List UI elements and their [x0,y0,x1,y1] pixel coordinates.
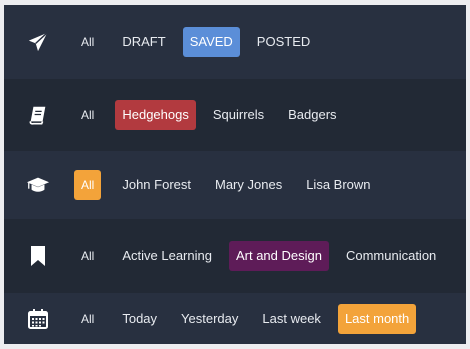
filter-row-date: All Today Yesterday Last week Last month [4,293,466,344]
calendar-icon [26,307,50,331]
chip-communication[interactable]: Communication [339,241,443,271]
chip-all[interactable]: All [74,304,101,334]
chip-yesterday[interactable]: Yesterday [174,304,245,334]
paper-plane-icon [26,30,50,54]
notebook-icon [26,103,50,127]
filter-row-teacher: All John Forest Mary Jones Lisa Brown [4,151,466,219]
chip-hedgehogs[interactable]: Hedgehogs [115,100,196,130]
bookmark-icon [26,244,50,268]
area-chip-group: All Active Learning Art and Design Commu… [74,241,453,271]
chip-all[interactable]: All [74,170,102,200]
filter-row-status: All DRAFT SAVED POSTED [4,5,466,79]
chip-lisa-brown[interactable]: Lisa Brown [299,170,377,200]
chip-posted[interactable]: POSTED [250,27,317,57]
chip-all[interactable]: All [74,241,101,271]
chip-last-month[interactable]: Last month [337,303,417,334]
chip-saved[interactable]: SAVED [182,27,240,57]
chip-last-week[interactable]: Last week [255,304,328,334]
chip-draft[interactable]: DRAFT [115,27,172,57]
chip-mary-jones[interactable]: Mary Jones [208,170,289,200]
chip-badgers[interactable]: Badgers [281,100,343,130]
chip-art-and-design[interactable]: Art and Design [228,241,329,271]
chip-all[interactable]: All [74,100,101,130]
filter-row-group: All Hedgehogs Squirrels Badgers [4,79,466,151]
status-chip-group: All DRAFT SAVED POSTED [74,27,327,57]
chip-active-learning[interactable]: Active Learning [115,241,219,271]
chip-all[interactable]: All [74,27,101,57]
chip-john-forest[interactable]: John Forest [115,170,198,200]
group-chip-group: All Hedgehogs Squirrels Badgers [74,100,354,130]
teacher-chip-group: All John Forest Mary Jones Lisa Brown [74,170,388,200]
chip-squirrels[interactable]: Squirrels [206,100,271,130]
graduation-cap-icon [26,173,50,197]
filter-panel: All DRAFT SAVED POSTED All Hedgehogs Squ… [4,5,466,344]
filter-row-area: All Active Learning Art and Design Commu… [4,219,466,293]
chip-today[interactable]: Today [115,304,164,334]
date-chip-group: All Today Yesterday Last week Last month [74,303,426,334]
